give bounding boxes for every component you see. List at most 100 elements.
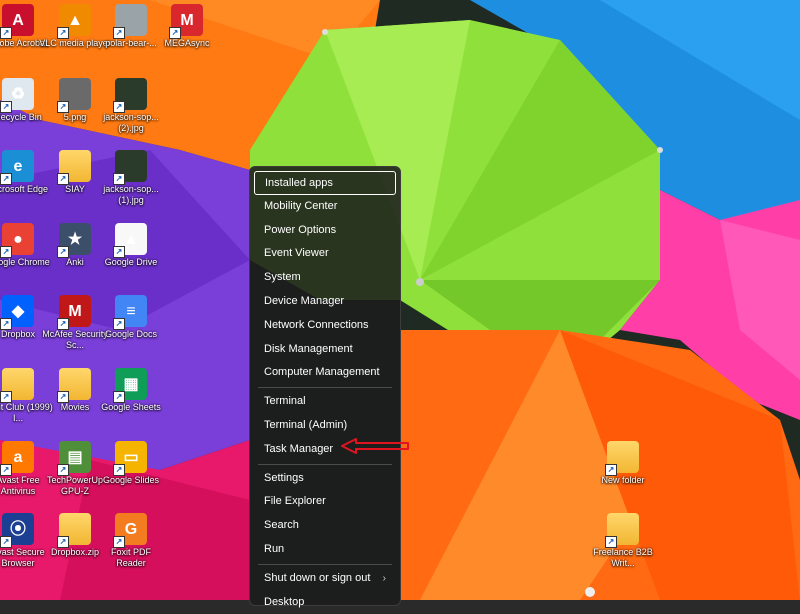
shortcut-arrow-icon: ↗ [113, 391, 125, 403]
desktop-icon[interactable]: ↗ jackson-sop... (1).jpg [95, 150, 167, 206]
shortcut-arrow-icon: ↗ [57, 27, 69, 39]
chevron-right-icon: › [382, 572, 386, 584]
menu-item-desktop[interactable]: Desktop [254, 591, 396, 614]
menu-item-installed-apps[interactable]: Installed apps [254, 171, 396, 195]
menu-separator [258, 563, 392, 565]
avast-icon: a ↗ [0, 441, 34, 476]
shortcut-arrow-icon: ↗ [113, 101, 125, 113]
shortcut-arrow-icon: ↗ [113, 318, 125, 330]
menu-item-disk-management[interactable]: Disk Management [254, 338, 396, 362]
desktop-icon-label: Google Slides [102, 475, 160, 485]
mcafee-icon: M ↗ [57, 295, 91, 330]
menu-item-label: Run [264, 542, 285, 555]
desktop-icon-label: Freelance B2B Writ... [593, 547, 653, 568]
menu-item-label: Event Viewer [264, 247, 329, 260]
folder-icon: ↗ [605, 441, 639, 476]
shortcut-arrow-icon: ↗ [0, 27, 12, 39]
menu-separator [258, 463, 392, 465]
menu-item-label: Computer Management [264, 366, 380, 379]
png-file-icon: ↗ [57, 78, 91, 113]
desktop-icon[interactable]: ▭ ↗ Google Slides [95, 441, 167, 486]
menu-item-label: Disk Management [264, 342, 353, 355]
shortcut-arrow-icon: ↗ [0, 101, 12, 113]
menu-item-power-options[interactable]: Power Options [254, 219, 396, 243]
desktop-icon-label: jackson-sop... (1).jpg [103, 184, 159, 205]
folder-icon: ↗ [57, 150, 91, 185]
megasync-icon: M ↗ [169, 4, 203, 39]
desktop-icon-label: MEGAsync [164, 38, 210, 48]
menu-item-run[interactable]: Run [254, 538, 396, 562]
chrome-icon: ● ↗ [0, 223, 34, 258]
shortcut-arrow-icon: ↗ [57, 246, 69, 258]
menu-item-search[interactable]: Search [254, 514, 396, 538]
shortcut-arrow-icon: ↗ [0, 246, 12, 258]
menu-item-terminal-admin[interactable]: Terminal (Admin) [254, 414, 396, 438]
shortcut-arrow-icon: ↗ [113, 536, 125, 548]
shortcut-arrow-icon: ↗ [0, 391, 12, 403]
menu-item-terminal[interactable]: Terminal [254, 390, 396, 414]
shortcut-arrow-icon: ↗ [0, 318, 12, 330]
gpuz-icon: ▤ ↗ [57, 441, 91, 476]
menu-item-label: Search [264, 519, 299, 532]
menu-item-network-connections[interactable]: Network Connections [254, 314, 396, 338]
folder-icon: ↗ [0, 368, 34, 403]
menu-separator [258, 387, 392, 389]
menu-item-label: Device Manager [264, 294, 345, 307]
image-file-icon: ↗ [113, 78, 147, 113]
desktop-icon[interactable]: ↗ Freelance B2B Writ... [587, 513, 659, 569]
desktop-icon[interactable]: G ↗ Foxit PDF Reader [95, 513, 167, 569]
shortcut-arrow-icon: ↗ [57, 173, 69, 185]
menu-item-label: Task Manager [264, 442, 334, 455]
menu-item-label: Settings [264, 471, 304, 484]
shortcut-arrow-icon: ↗ [113, 246, 125, 258]
adobe-acrobat-icon: A ↗ [0, 4, 34, 39]
vlc-icon: ▲ ↗ [57, 4, 91, 39]
desktop-icon[interactable]: ↗ New folder [587, 441, 659, 486]
shortcut-arrow-icon: ↗ [57, 101, 69, 113]
menu-item-settings[interactable]: Settings [254, 467, 396, 491]
desktop-icon[interactable]: ↗ jackson-sop... (2).jpg [95, 78, 167, 134]
menu-item-label: Terminal (Admin) [264, 418, 348, 431]
menu-item-device-manager[interactable]: Device Manager [254, 290, 396, 314]
desktop-icon-label: Google Drive [104, 257, 158, 267]
winx-context-menu: Installed apps Mobility Center Power Optio… [249, 166, 401, 608]
desktop-icon-label: Google Sheets [101, 402, 161, 412]
shortcut-arrow-icon: ↗ [57, 318, 69, 330]
desktop-icon-label: New folder [601, 475, 645, 485]
menu-item-event-viewer[interactable]: Event Viewer [254, 242, 396, 266]
shortcut-arrow-icon: ↗ [0, 536, 12, 548]
desktop-icon[interactable]: M ↗ MEGAsync [151, 4, 223, 49]
menu-item-computer-management[interactable]: Computer Management [254, 361, 396, 385]
shortcut-arrow-icon: ↗ [57, 536, 69, 548]
shortcut-arrow-icon: ↗ [57, 391, 69, 403]
shortcut-arrow-icon: ↗ [0, 464, 12, 476]
shortcut-arrow-icon: ↗ [113, 173, 125, 185]
menu-item-label: Terminal [264, 395, 306, 408]
menu-item-label: Power Options [264, 223, 337, 236]
menu-item-file-explorer[interactable]: File Explorer [254, 490, 396, 514]
menu-item-system[interactable]: System [254, 266, 396, 290]
google-slides-icon: ▭ ↗ [113, 441, 147, 476]
shortcut-arrow-icon: ↗ [169, 27, 181, 39]
desktop-icon-label: jackson-sop... (2).jpg [103, 112, 159, 133]
recycle-bin-icon: ♻ ↗ [0, 78, 34, 113]
desktop-icon[interactable]: ≡ ↗ Google Docs [95, 295, 167, 340]
edge-icon: e ↗ [0, 150, 34, 185]
folder-icon: ↗ [605, 513, 639, 548]
avast-browser-icon: ⦿ ↗ [0, 513, 34, 548]
desktop-icon[interactable]: ▲ ↗ Google Drive [95, 223, 167, 268]
menu-item-label: Installed apps [265, 177, 333, 189]
menu-item-label: Network Connections [264, 318, 369, 331]
annotation-arrow-icon [341, 438, 409, 454]
image-file-icon: ↗ [113, 4, 147, 39]
image-file-icon: ↗ [113, 150, 147, 185]
desktop-icon-label: Foxit PDF Reader [110, 547, 151, 568]
shortcut-arrow-icon: ↗ [0, 173, 12, 185]
google-docs-icon: ≡ ↗ [113, 295, 147, 330]
foxit-icon: G ↗ [113, 513, 147, 548]
menu-item-label: Shut down or sign out [264, 571, 371, 584]
desktop-icon[interactable]: ▦ ↗ Google Sheets [95, 368, 167, 413]
menu-item-mobility-center[interactable]: Mobility Center [254, 195, 396, 219]
menu-item-shut-down-or-sign-out[interactable]: Shut down or sign out › [254, 567, 396, 591]
shortcut-arrow-icon: ↗ [113, 27, 125, 39]
